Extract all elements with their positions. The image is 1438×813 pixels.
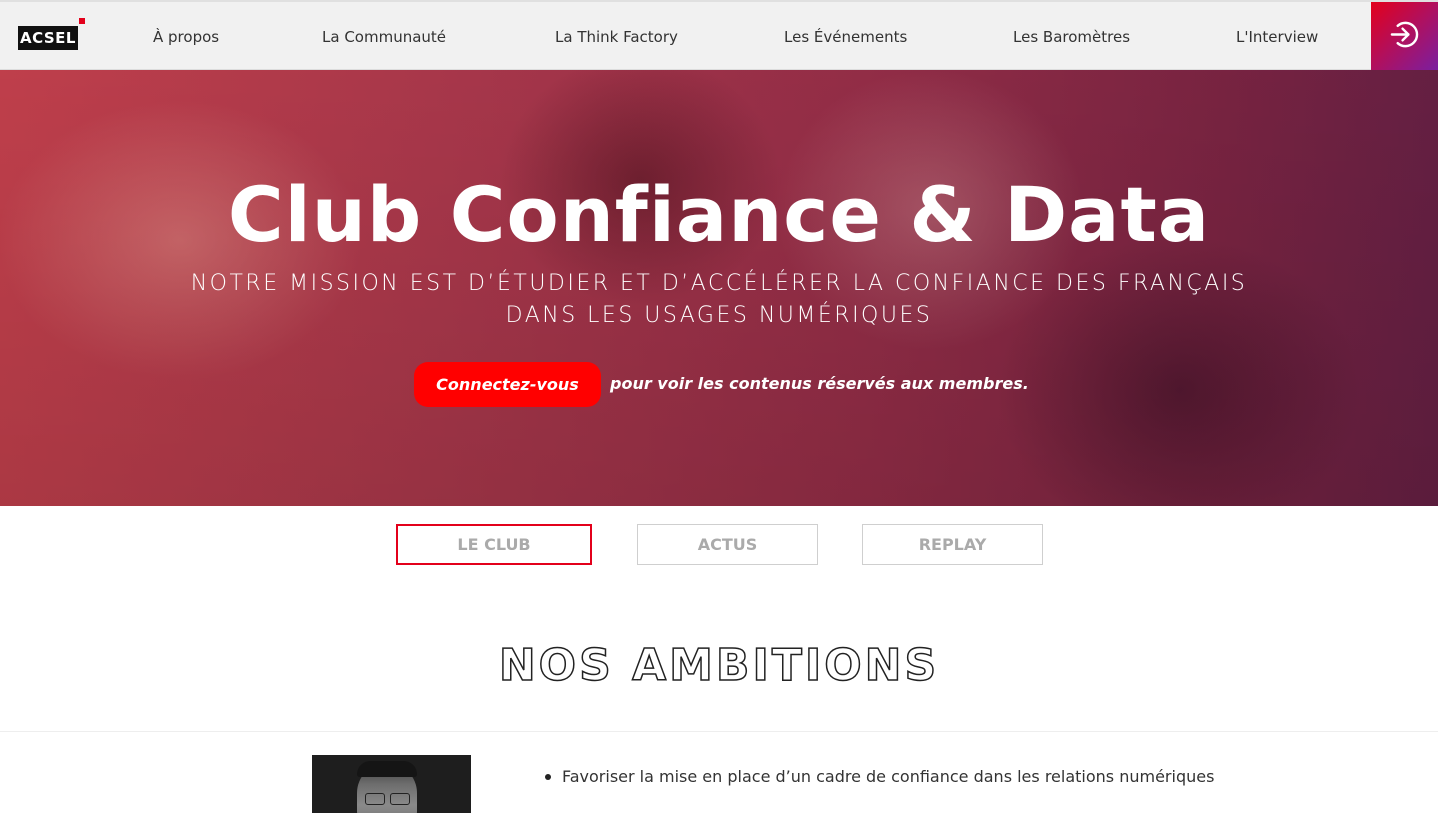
nav-item-communaute[interactable]: La Communauté xyxy=(322,28,446,46)
hero-subtitle-line-2: DANS LES USAGES NUMÉRIQUES xyxy=(505,303,933,328)
top-navigation: ACSEL À propos La Communauté La Think Fa… xyxy=(0,0,1438,70)
nav-item-barometres[interactable]: Les Baromètres xyxy=(1013,28,1130,46)
hero-subtitle: NOTRE MISSION EST D’ÉTUDIER ET D’ACCÉLÉR… xyxy=(169,268,1269,332)
nav-item-think-factory[interactable]: La Think Factory xyxy=(555,28,678,46)
member-photo xyxy=(312,755,471,813)
login-arrow-icon xyxy=(1390,21,1419,48)
section-divider xyxy=(0,731,1438,732)
ambitions-list: Favoriser la mise en place d’un cadre de… xyxy=(545,765,1214,789)
hero-subtitle-line-1: NOTRE MISSION EST D’ÉTUDIER ET D’ACCÉLÉR… xyxy=(190,271,1248,296)
nav-item-evenements[interactable]: Les Événements xyxy=(784,28,907,46)
section-title: NOS AMBITIONS xyxy=(498,639,940,692)
list-item: Favoriser la mise en place d’un cadre de… xyxy=(545,765,1214,789)
photo-hair xyxy=(357,761,417,777)
hero-banner: Club Confiance & Data NOTRE MISSION EST … xyxy=(0,70,1438,506)
photo-glasses-right xyxy=(390,793,410,805)
page-title: Club Confiance & Data xyxy=(227,170,1211,259)
login-button[interactable] xyxy=(1371,2,1438,70)
connect-button[interactable]: Connectez-vous xyxy=(414,362,601,407)
nav-item-a-propos[interactable]: À propos xyxy=(153,28,219,46)
acsel-logo[interactable]: ACSEL xyxy=(18,18,85,50)
logo-accent-square xyxy=(79,18,85,24)
tab-le-club[interactable]: LE CLUB xyxy=(396,524,592,565)
logo-text: ACSEL xyxy=(18,26,78,50)
tab-actus[interactable]: ACTUS xyxy=(637,524,818,565)
photo-glasses-left xyxy=(365,793,385,805)
nav-item-interview[interactable]: L'Interview xyxy=(1236,28,1318,46)
tab-replay[interactable]: REPLAY xyxy=(862,524,1043,565)
cta-description: pour voir les contenus réservés aux memb… xyxy=(610,374,1029,393)
